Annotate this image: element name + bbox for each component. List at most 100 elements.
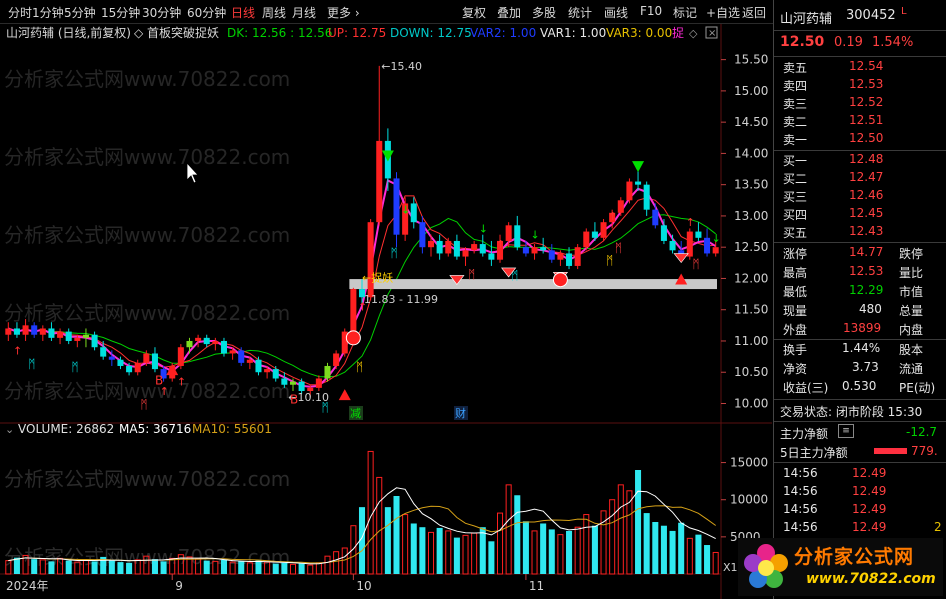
period-tab-2[interactable]: 5分钟 — [64, 4, 96, 21]
ask-price: 12.51 — [849, 113, 884, 127]
candle-body — [479, 244, 486, 254]
candle-body — [600, 222, 607, 238]
toolbar-button-4[interactable]: 画线 — [604, 4, 628, 21]
support-band — [349, 279, 717, 290]
toolbar-button-1[interactable]: 叠加 — [497, 4, 521, 21]
ask-price: 12.50 — [849, 131, 884, 145]
price-label: 13.00 — [734, 209, 768, 223]
stat-label: 涨停 — [783, 247, 808, 261]
candle-body — [177, 347, 184, 366]
volume-bar — [652, 522, 659, 574]
arrow-up-icon: ↑ — [686, 216, 695, 229]
volume-bar — [505, 484, 512, 575]
period-tab-9[interactable]: 更多 › — [327, 4, 360, 21]
candle-body — [5, 328, 12, 335]
candle-body — [557, 253, 564, 260]
arrow-down-icon: ↓ — [712, 232, 721, 245]
volume-bar — [583, 514, 590, 575]
gem-icon — [673, 253, 689, 264]
toolbar-button-7[interactable]: +自选 — [706, 4, 740, 21]
candle-body — [652, 209, 659, 226]
expand-icon[interactable]: ◇ — [689, 27, 698, 40]
candle-body — [453, 240, 460, 257]
period-tab-7[interactable]: 周线 — [262, 4, 286, 21]
butterfly-icon: ᛗ — [692, 257, 699, 271]
net-flow-value: -12.7 — [906, 425, 938, 439]
logo: 分析家公式网 www.70822.com — [738, 538, 943, 596]
formula-name: ◇ 首板突破捉妖 — [134, 25, 219, 40]
volume-bar — [436, 527, 443, 574]
period-tab-4[interactable]: 30分钟 — [142, 4, 181, 21]
net-flow-icon[interactable]: ≡ — [838, 424, 854, 438]
bid-price: 12.46 — [849, 188, 884, 202]
period-tab-5[interactable]: 60分钟 — [187, 4, 226, 21]
candle-body — [255, 359, 262, 373]
volume-bar — [333, 551, 340, 575]
net-flow-label: 主力净额 — [780, 427, 829, 441]
volume-bar — [453, 537, 460, 574]
tick-time: 14:56 — [783, 520, 818, 534]
butterfly-icon: ᛗ — [71, 360, 78, 374]
range-label: 11.83 - 11.99 — [364, 293, 438, 306]
close-icon-x[interactable]: × — [708, 28, 716, 39]
arrow-up-icon: ↑ — [608, 210, 617, 223]
vol-tick-label: 15000 — [730, 456, 768, 470]
stat-label-2: 跌停 — [899, 247, 924, 261]
volume-bar — [695, 534, 702, 574]
volume-bar — [643, 513, 650, 574]
toolbar-button-3[interactable]: 统计 — [568, 4, 592, 21]
volume-bar — [557, 534, 564, 575]
candle-body — [22, 325, 29, 335]
volume-bar — [704, 545, 711, 574]
price-label: 13.50 — [734, 178, 768, 192]
volume-bar — [341, 547, 348, 575]
toolbar-button-8[interactable]: 返回 — [742, 4, 766, 21]
jian-badge: 减 — [350, 407, 361, 420]
bid-label: 买五 — [783, 226, 808, 240]
chart-title: 山河药辅 (日线,前复权) — [6, 25, 131, 40]
period-tab-0[interactable]: 分时 — [8, 4, 32, 21]
price-change: 0.19 — [834, 35, 863, 50]
stat-label: 最高 — [783, 266, 808, 280]
period-tab-8[interactable]: 月线 — [292, 4, 316, 21]
toolbar-button-6[interactable]: 标记 — [673, 4, 697, 21]
price-label: 10.50 — [734, 365, 768, 379]
candle-body — [376, 140, 383, 223]
var3-value: VAR3: 0.00 — [606, 26, 672, 40]
net-flow5-value: 779. — [911, 444, 938, 458]
watermark: 分析家公式网www.70822.com — [4, 301, 290, 325]
stat-label-2: 股本 — [899, 343, 924, 357]
toolbar-button-0[interactable]: 复权 — [462, 4, 486, 21]
candle-body — [315, 378, 322, 388]
price-chart[interactable]: 分析家公式网www.70822.com 分析家公式网www.70822.com 分析… — [0, 24, 772, 424]
butterfly-icon: ᛗ — [606, 254, 613, 268]
volume-bar — [367, 450, 374, 575]
volume-bar — [591, 525, 598, 574]
vol-unit: X1 — [723, 561, 738, 574]
stat-value: 13899 — [843, 321, 882, 335]
net-flow5-bar — [874, 448, 907, 454]
toolbar-button-5[interactable]: F10 — [640, 4, 662, 18]
butterfly-icon: ᛗ — [391, 246, 398, 260]
trade-status: 交易状态: 闭市阶段 15:30 — [780, 405, 923, 419]
period-tab-6[interactable]: 日线 — [231, 4, 255, 21]
price-label: 15.50 — [734, 53, 768, 67]
candle-body — [298, 381, 305, 391]
candle-body — [324, 365, 331, 379]
triangle-up-icon — [338, 389, 351, 401]
cai-badge: 财 — [455, 406, 466, 420]
ask-label: 卖三 — [783, 97, 808, 111]
volume-bar — [678, 522, 685, 574]
volume-bar — [203, 560, 210, 574]
collapse-icon[interactable]: ⌄ — [5, 424, 14, 436]
tick-price: 12.49 — [852, 484, 887, 498]
period-tab-3[interactable]: 15分钟 — [101, 4, 140, 21]
volume-chart[interactable]: 分析家公式网www.70822.com分析家公式网www.70822.com⌄ V… — [0, 424, 772, 599]
period-tab-1[interactable]: 1分钟 — [32, 4, 64, 21]
toolbar-button-2[interactable]: 多股 — [532, 4, 556, 21]
candle-body — [91, 334, 98, 348]
bid-label: 买四 — [783, 208, 808, 222]
volume-bar — [686, 537, 693, 575]
candle-body — [31, 325, 38, 335]
ask-label: 卖四 — [783, 79, 808, 93]
